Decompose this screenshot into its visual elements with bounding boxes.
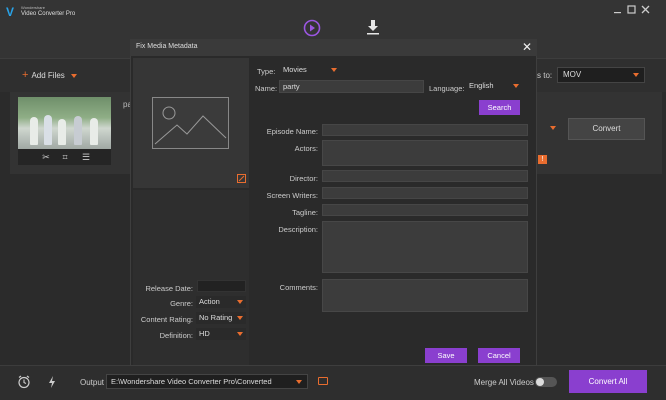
dialog-close-icon[interactable]: ✕: [522, 41, 532, 53]
actors-input[interactable]: [322, 140, 528, 166]
output-path-select[interactable]: E:\Wondershare Video Converter Pro\Conve…: [106, 374, 308, 389]
type-value: Movies: [283, 65, 307, 74]
info-icon[interactable]: !: [538, 155, 547, 164]
edit-icon[interactable]: [237, 174, 246, 183]
director-input[interactable]: [322, 170, 528, 182]
convert-to-select[interactable]: MOV: [557, 67, 645, 83]
comments-label: Comments:: [279, 283, 318, 292]
convert-to-label: s to:: [537, 71, 553, 80]
content-rating-select[interactable]: No Rating: [196, 312, 246, 324]
tagline-input[interactable]: [322, 204, 528, 216]
output-path: E:\Wondershare Video Converter Pro\Conve…: [111, 377, 272, 386]
merge-label: Merge All Videos: [474, 378, 534, 387]
speed-icon[interactable]: [47, 375, 57, 389]
name-value: party: [283, 82, 300, 91]
content-rating-value: No Rating: [199, 313, 233, 322]
episode-name-input[interactable]: [322, 124, 528, 136]
search-button[interactable]: Search: [479, 100, 520, 115]
comments-input[interactable]: [322, 279, 528, 312]
close-icon[interactable]: [640, 4, 651, 15]
description-label: Description:: [278, 225, 318, 234]
maximize-icon[interactable]: [626, 4, 637, 15]
genre-select[interactable]: Action: [196, 296, 246, 308]
download-tab-icon[interactable]: [364, 18, 382, 36]
chevron-down-icon: [237, 300, 243, 304]
release-date-input[interactable]: [197, 280, 246, 292]
type-label: Type:: [257, 67, 276, 76]
thumbnail-toolbar: ✂ ⌗ ☰: [18, 149, 111, 165]
toggle-knob: [536, 378, 544, 386]
definition-select[interactable]: HD: [196, 328, 246, 340]
cancel-button[interactable]: Cancel: [478, 348, 520, 363]
chevron-down-icon[interactable]: [70, 73, 77, 78]
folder-icon[interactable]: [318, 377, 328, 385]
definition-label: Definition:: [159, 331, 193, 340]
brand-small: Wondershare: [21, 5, 45, 10]
release-date-label: Release Date:: [145, 284, 193, 293]
screen-writers-label: Screen Writers:: [266, 191, 318, 200]
chevron-down-icon[interactable]: [550, 126, 556, 130]
dialog-title: Fix Media Metadata: [136, 43, 198, 50]
type-select[interactable]: Movies: [280, 64, 340, 76]
app-name: Video Converter Pro: [21, 11, 76, 17]
screen-writers-input[interactable]: [322, 187, 528, 199]
definition-value: HD: [199, 329, 210, 338]
chevron-down-icon: [296, 380, 302, 384]
convert-all-button[interactable]: Convert All: [569, 370, 647, 393]
chevron-down-icon: [237, 332, 243, 336]
output-label: Output: [80, 378, 105, 387]
chevron-down-icon: [633, 73, 639, 77]
merge-toggle[interactable]: [535, 377, 557, 387]
language-label: Language:: [429, 84, 465, 93]
save-button[interactable]: Save: [425, 348, 467, 363]
logo-icon: V: [6, 5, 15, 19]
add-icon: +: [22, 69, 29, 81]
minimize-icon[interactable]: [612, 4, 623, 15]
chevron-down-icon: [331, 68, 337, 72]
episode-name-label: Episode Name:: [266, 127, 318, 136]
convert-button[interactable]: Convert: [568, 118, 645, 140]
crop-icon[interactable]: ⌗: [59, 151, 71, 163]
effects-icon[interactable]: ☰: [80, 151, 92, 163]
description-input[interactable]: [322, 221, 528, 273]
content-rating-label: Content Rating:: [140, 315, 193, 324]
chevron-down-icon: [513, 84, 519, 88]
schedule-icon[interactable]: [17, 375, 31, 389]
name-label: Name:: [255, 84, 278, 93]
genre-label: Genre:: [170, 299, 193, 308]
language-value: English: [469, 81, 494, 90]
image-placeholder-icon: [152, 97, 229, 149]
add-files-label: Add Files: [31, 71, 65, 80]
convert-tab-icon[interactable]: [303, 19, 321, 37]
director-label: Director:: [289, 174, 318, 183]
genre-value: Action: [199, 297, 220, 306]
add-files-button[interactable]: + Add Files: [22, 69, 77, 81]
chevron-down-icon: [237, 316, 243, 320]
video-thumbnail[interactable]: [18, 97, 111, 149]
convert-to-value: MOV: [563, 70, 582, 79]
tagline-label: Tagline:: [292, 208, 318, 217]
language-select[interactable]: English: [466, 80, 522, 93]
name-input[interactable]: party: [279, 80, 424, 93]
actors-label: Actors:: [294, 144, 318, 153]
trim-icon[interactable]: ✂: [40, 151, 52, 163]
